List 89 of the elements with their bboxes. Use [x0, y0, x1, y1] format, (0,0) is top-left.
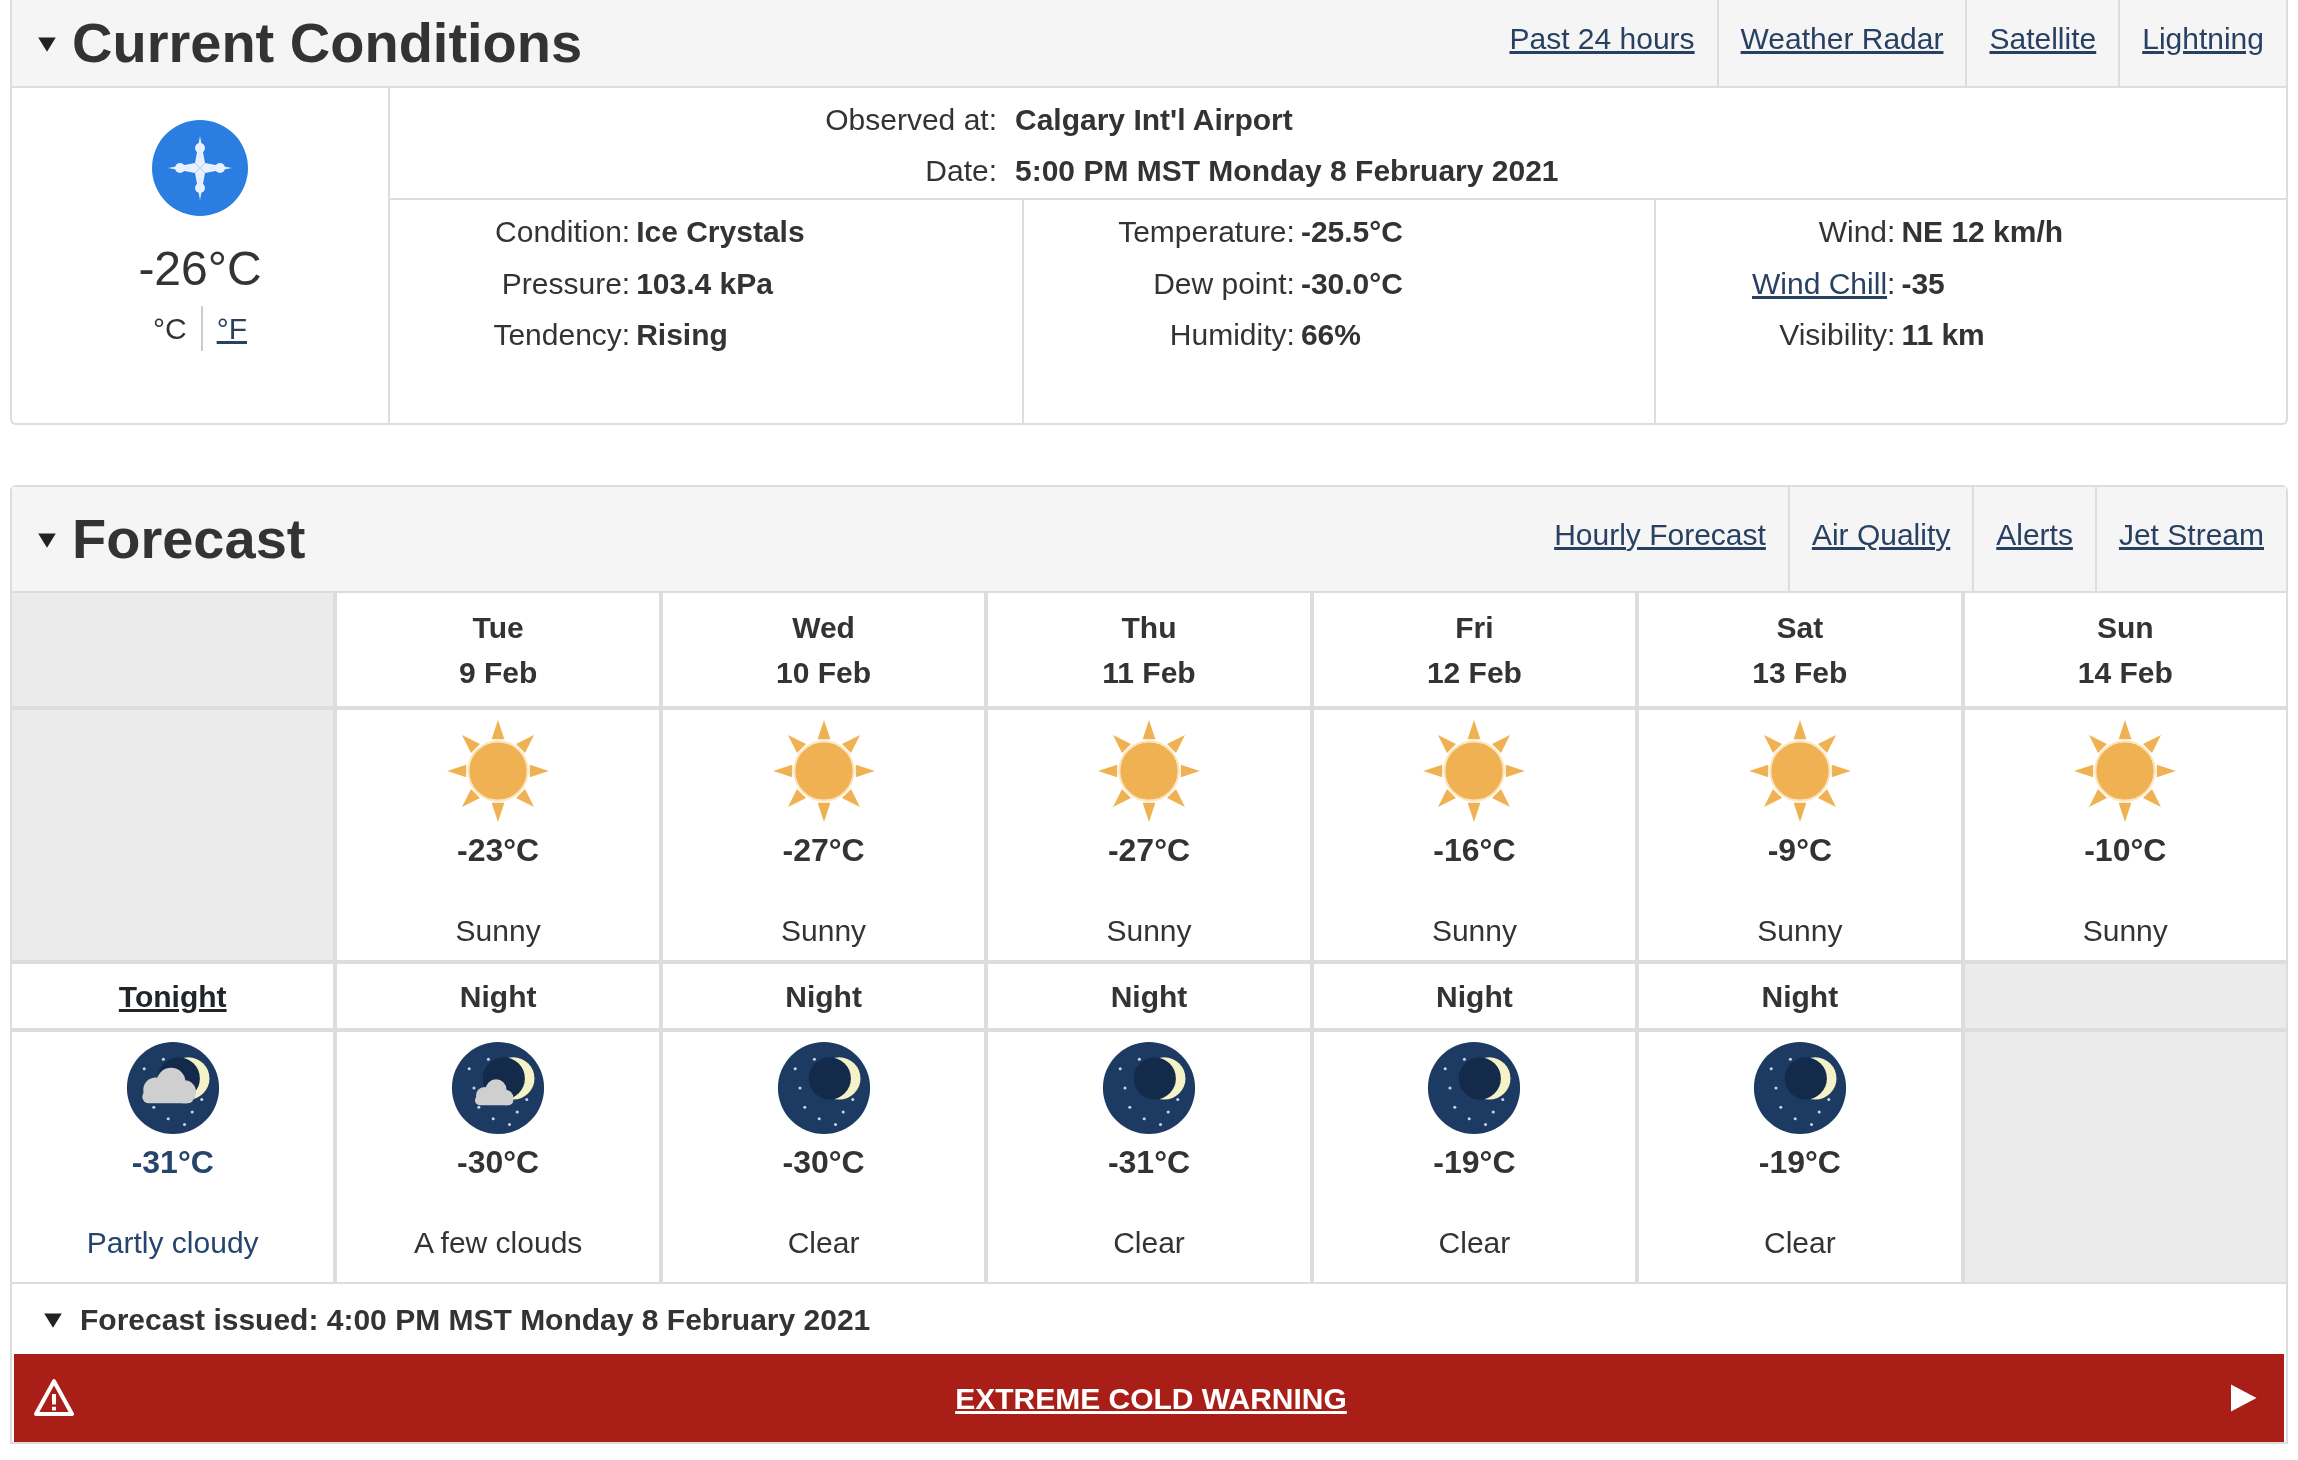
warning-link[interactable]: EXTREME COLD WARNING [955, 1375, 1347, 1421]
moon-icon [1751, 1040, 1848, 1136]
field-value: Ice Crystals [636, 214, 806, 250]
condition-text: Clear [1113, 1225, 1185, 1261]
day-date: 10 Feb [775, 655, 873, 691]
condition-text: Partly cloudy [86, 1225, 259, 1261]
temperature-reading: -27°C [1107, 831, 1191, 870]
field-label: Pressure: [500, 265, 631, 302]
nav-link[interactable]: Alerts [1972, 487, 2095, 591]
temperature-reading: -19°C [1433, 1143, 1516, 1182]
temperature-reading: -26°C [138, 241, 262, 297]
field-value: 103.4 kPa [636, 265, 774, 302]
condition-text: Sunny [2082, 913, 2168, 949]
day-name: Thu [1120, 610, 1178, 646]
field-value: 11 km [1901, 317, 1986, 354]
field-value: 66% [1300, 317, 1362, 354]
field-label: Visibility: [1778, 317, 1896, 354]
day-name: Tue [471, 610, 525, 646]
field-value: Rising [636, 317, 729, 354]
condition-text: A few clouds [413, 1225, 583, 1261]
temperature-reading: -9°C [1767, 831, 1833, 870]
day-date: 13 Feb [1751, 655, 1849, 691]
condition-text: Sunny [1757, 913, 1843, 949]
day-date: 14 Feb [2076, 655, 2174, 691]
moon-icon [1426, 1040, 1523, 1136]
moon-icon [1101, 1040, 1197, 1136]
nav-link[interactable]: Air Quality [1787, 487, 1973, 591]
temperature-reading: -30°C [457, 1143, 540, 1182]
day-date: 9 Feb [457, 655, 539, 691]
nav-link[interactable]: Satellite [1965, 0, 2119, 86]
day-name: Sat [1775, 610, 1825, 646]
temperature-reading: -30°C [782, 1143, 865, 1182]
field-label: Temperature: [1117, 214, 1295, 250]
day-date: 12 Feb [1425, 655, 1523, 691]
unit-toggle[interactable]: °F [200, 305, 261, 351]
field-label: Wind: [1817, 214, 1896, 250]
nav-link[interactable]: Weather Radar [1716, 0, 1966, 86]
condition-text: Clear [787, 1225, 860, 1261]
condition-text: Sunny [1431, 913, 1517, 949]
colon-text: : [1887, 266, 1896, 300]
temperature-reading: -10°C [2084, 831, 2167, 870]
temperature-reading: -16°C [1433, 831, 1516, 870]
period-label: Night [1761, 978, 1839, 1015]
wind-chill-link[interactable]: Wind Chill [1752, 266, 1888, 300]
field-value: -30.0°C [1300, 265, 1404, 302]
field-label: Tendency: [492, 317, 631, 354]
nav-link[interactable]: Jet Stream [2094, 487, 2286, 591]
field-value: -25.5°C [1300, 214, 1404, 250]
warning-icon [34, 1378, 74, 1418]
section-title: Forecast [72, 511, 306, 567]
play-icon [2228, 1383, 2258, 1413]
temperature-reading: -23°C [457, 831, 540, 870]
section-title: Current Conditions [72, 15, 583, 71]
condition-text: Clear [1438, 1225, 1511, 1261]
field-label: Condition: [494, 214, 631, 250]
period-label: Night [1110, 978, 1188, 1015]
moon-icon [775, 1040, 872, 1136]
field-label: Humidity: [1168, 317, 1295, 354]
field-value: -35 [1901, 265, 1946, 302]
moon-cloud-icon [124, 1040, 221, 1136]
condition-text: Clear [1764, 1225, 1836, 1261]
temperature-reading: -31°C [131, 1143, 214, 1182]
field-label: Observed at: [824, 102, 997, 138]
condition-text: Sunny [781, 913, 867, 949]
day-name: Wed [791, 610, 856, 646]
day-name: Fri [1454, 610, 1495, 646]
nav-link[interactable]: Lightning [2118, 0, 2286, 86]
field-value: NE 12 km/h [1901, 214, 2065, 250]
snowflake-icon [150, 118, 250, 218]
day-date: 11 Feb [1101, 655, 1197, 691]
day-name: Sun [2095, 610, 2155, 646]
nav-link[interactable]: Hourly Forecast [1532, 487, 1788, 591]
condition-text: Sunny [1106, 913, 1192, 949]
forecast-issued-text: Forecast issued: 4:00 PM MST Monday 8 February 2021 [80, 1301, 871, 1338]
unit-toggle[interactable]: °C [139, 305, 201, 351]
warning-banner[interactable]: EXTREME COLD WARNING [14, 1354, 2284, 1442]
period-label: Night [459, 978, 537, 1015]
temperature-reading: -27°C [782, 831, 865, 870]
period-label: Night [785, 978, 862, 1015]
temperature-reading: -31°C [1107, 1143, 1191, 1182]
field-value: 5:00 PM MST Monday 8 February 2021 [1015, 153, 1560, 189]
nav-link[interactable]: Past 24 hours [1487, 0, 1717, 86]
period-label: Night [1436, 978, 1513, 1015]
field-label: Dew point: [1152, 265, 1295, 302]
moon-cloud-icon [450, 1040, 547, 1136]
condition-text: Sunny [455, 913, 541, 949]
temperature-reading: -19°C [1758, 1143, 1841, 1182]
field-label: Date: [924, 153, 997, 189]
field-value: Calgary Int'l Airport [1015, 102, 1294, 138]
